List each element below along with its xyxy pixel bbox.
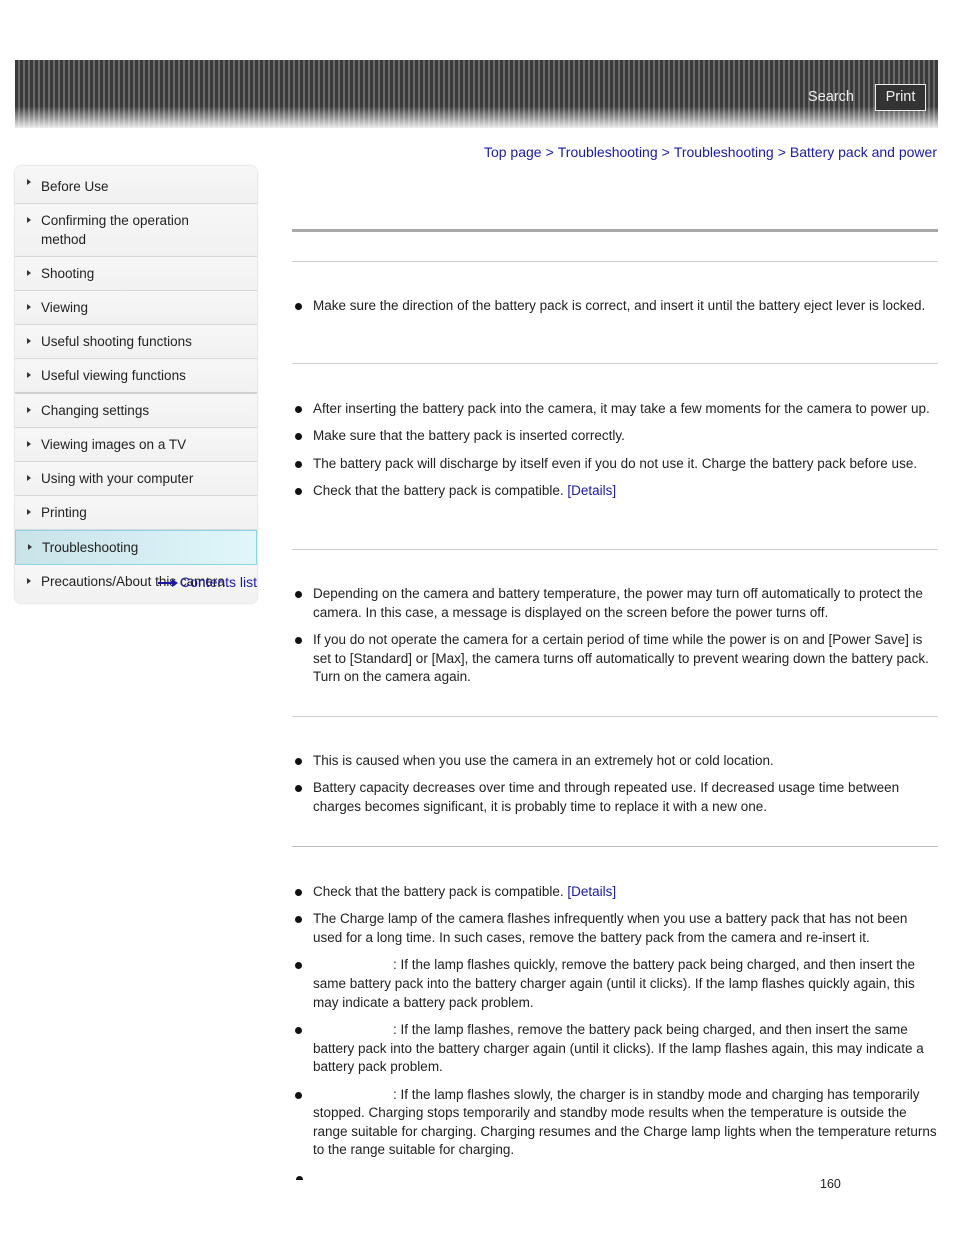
print-button[interactable]: Print [875,84,926,111]
section-divider [292,261,938,262]
breadcrumb-separator: > [545,144,554,160]
breadcrumb-separator: > [777,144,786,160]
contents-list-link[interactable]: Contents list [158,574,257,590]
search-link[interactable]: Search [808,89,854,105]
sidebar-item-troubleshooting[interactable]: Troubleshooting [15,530,257,565]
sidebar-item-label: Confirming the operation method [41,213,189,247]
bullet-icon [296,1176,303,1180]
list-item: Make sure the direction of the battery p… [292,297,938,316]
sidebar-item-viewing[interactable]: Viewing [15,291,257,325]
header-bar: Search Print [15,60,938,128]
section-divider [292,549,938,550]
section-divider [292,846,938,847]
sidebar-item-label: Before Use [41,179,109,194]
list-item-text: Check that the battery pack is compatibl… [313,483,564,499]
title-divider [292,229,938,232]
sidebar-item-label: Printing [41,505,87,520]
section-divider [292,363,938,364]
list-item: Depending on the camera and battery temp… [292,585,938,622]
triangle-right-icon [27,407,31,413]
triangle-right-icon [28,544,32,550]
sidebar-item-using-computer[interactable]: Using with your computer [15,462,257,496]
breadcrumb-troubleshooting[interactable]: Troubleshooting [558,144,658,160]
sidebar-item-label: Troubleshooting [42,540,139,555]
list-item: Check that the battery pack is compatibl… [292,883,938,902]
list-item: This is caused when you use the camera i… [292,752,938,771]
section-4-list: This is caused when you use the camera i… [292,752,938,825]
details-link[interactable]: [Details] [567,884,616,899]
sidebar-item-useful-shooting[interactable]: Useful shooting functions [15,325,257,359]
sidebar-item-label: Shooting [41,266,95,281]
sidebar-item-label: Useful viewing functions [41,368,186,383]
section-2-list: After inserting the battery pack into th… [292,400,938,510]
sidebar-item-label: Changing settings [41,403,150,418]
list-item-text: : If the lamp flashes slowly, the charge… [313,1086,937,1158]
triangle-right-icon [27,441,31,447]
list-item: : If the lamp flashes quickly, remove th… [292,956,938,1012]
list-item: After inserting the battery pack into th… [292,400,938,419]
list-item: Make sure that the battery pack is inser… [292,427,938,446]
triangle-right-icon [27,270,31,276]
triangle-right-icon [27,578,31,584]
sidebar-item-shooting[interactable]: Shooting [15,257,257,291]
breadcrumb-troubleshooting-sub[interactable]: Troubleshooting [674,144,774,160]
sidebar-item-confirming-operation[interactable]: Confirming the operation method [15,204,257,257]
section-divider [292,716,938,717]
breadcrumb-separator: > [661,144,670,160]
section-5-list: Check that the battery pack is compatibl… [292,883,938,1169]
sidebar-item-label: Viewing [41,300,89,315]
sidebar-nav: Before Use Confirming the operation meth… [15,166,257,603]
list-item: : If the lamp flashes slowly, the charge… [292,1086,938,1160]
sidebar-item-label: Viewing images on a TV [41,437,187,452]
sidebar-item-before-use[interactable]: Before Use [15,166,257,204]
list-item: The Charge lamp of the camera flashes in… [292,910,938,947]
triangle-right-icon [27,217,31,223]
breadcrumb: Top page > Troubleshooting > Troubleshooting… [484,144,937,160]
triangle-right-icon [27,338,31,344]
details-link[interactable]: [Details] [567,483,616,498]
sidebar-item-useful-viewing[interactable]: Useful viewing functions [15,359,257,394]
list-item-text: Check that the battery pack is compatibl… [313,884,564,899]
sidebar-item-label: Useful shooting functions [41,334,192,349]
list-item: : If the lamp flashes, remove the batter… [292,1021,938,1077]
sidebar-item-changing-settings[interactable]: Changing settings [15,394,257,428]
arrow-right-icon [158,579,178,588]
sidebar-item-viewing-on-tv[interactable]: Viewing images on a TV [15,428,257,462]
sidebar-item-label: Using with your computer [41,471,194,486]
breadcrumb-current[interactable]: Battery pack and power [790,144,937,160]
section-3-list: Depending on the camera and battery temp… [292,585,938,696]
list-item-text: : If the lamp flashes quickly, remove th… [313,957,916,1010]
triangle-right-icon [27,475,31,481]
list-item-text: : If the lamp flashes, remove the batter… [313,1021,924,1075]
section-1-list: Make sure the direction of the battery p… [292,297,938,324]
triangle-right-icon [27,179,31,185]
sidebar-item-printing[interactable]: Printing [15,496,257,530]
triangle-right-icon [27,509,31,515]
page-number: 160 [820,1177,841,1191]
triangle-right-icon [27,304,31,310]
list-item: Check that the battery pack is compatibl… [292,482,938,501]
list-item: The battery pack will discharge by itsel… [292,455,938,474]
contents-list-label: Contents list [180,574,258,590]
triangle-right-icon [27,372,31,378]
breadcrumb-top-page[interactable]: Top page [484,144,542,160]
list-item: Battery capacity decreases over time and… [292,779,938,816]
list-item: If you do not operate the camera for a c… [292,631,938,687]
